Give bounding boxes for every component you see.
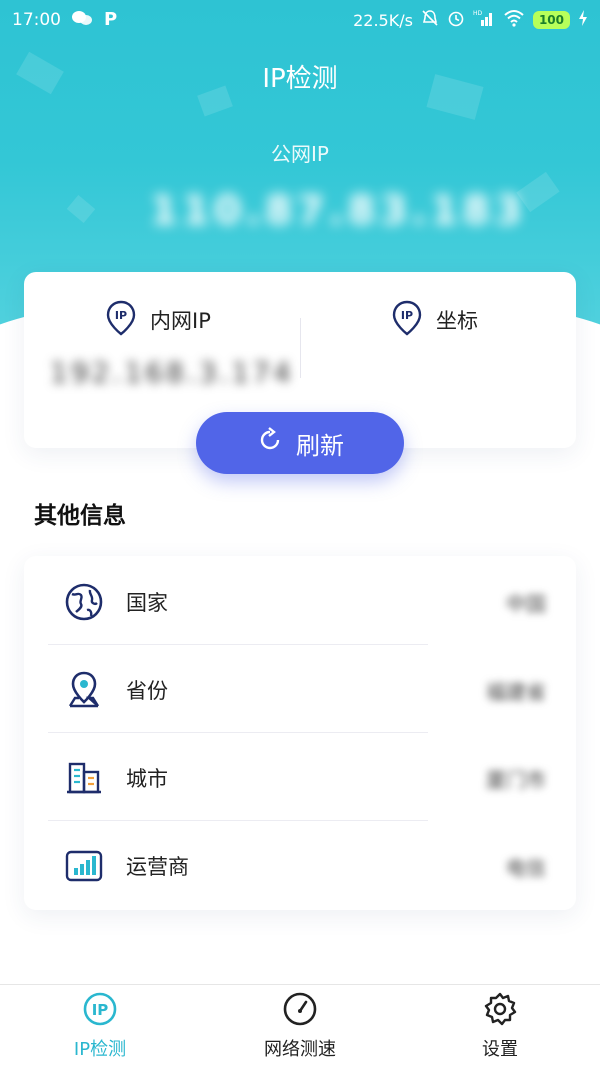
charging-icon bbox=[578, 9, 588, 31]
tab-ip-icon-text: IP bbox=[92, 1001, 109, 1019]
refresh-icon bbox=[256, 426, 284, 460]
bell-off-icon bbox=[421, 9, 439, 31]
card-divider bbox=[300, 318, 301, 378]
refresh-button[interactable]: 刷新 bbox=[196, 412, 404, 474]
public-ip-value: 110.87.83.183 bbox=[150, 188, 526, 234]
tab-settings[interactable]: 设置 bbox=[400, 985, 600, 1067]
inner-ip-value: 192.168.3.174 bbox=[50, 356, 294, 389]
tab-ip-check[interactable]: IP IP检测 bbox=[0, 985, 200, 1067]
info-label: 国家 bbox=[126, 591, 168, 615]
info-card: 国家 中国 省份 福建省 城市 厦门市 运营商 电信 bbox=[24, 556, 576, 910]
info-row-carrier: 运营商 电信 bbox=[48, 822, 552, 910]
ip-badge-text: IP bbox=[401, 309, 413, 322]
signal-bars-icon bbox=[64, 846, 104, 886]
ip-pin-icon: IP bbox=[106, 300, 136, 340]
info-row-country: 国家 中国 bbox=[48, 558, 552, 646]
info-value: 中国 bbox=[506, 591, 546, 616]
row-divider bbox=[48, 644, 428, 645]
gear-icon bbox=[482, 991, 518, 1031]
info-value: 福建省 bbox=[486, 679, 546, 704]
info-value: 厦门市 bbox=[486, 767, 546, 792]
section-title: 其他信息 bbox=[34, 503, 126, 529]
info-label: 省份 bbox=[126, 679, 168, 703]
wifi-icon bbox=[503, 9, 525, 31]
battery-indicator: 100 bbox=[532, 11, 570, 29]
page-title: IP检测 bbox=[262, 64, 338, 94]
info-label: 城市 bbox=[126, 767, 168, 791]
globe-icon bbox=[64, 582, 104, 622]
info-row-province: 省份 福建省 bbox=[48, 646, 552, 734]
map-pin-icon bbox=[64, 670, 104, 710]
public-ip-label: 公网IP bbox=[271, 142, 329, 166]
wechat-icon bbox=[71, 9, 93, 32]
bottom-tab-bar: IP IP检测 网络测速 设置 bbox=[0, 984, 600, 1067]
ip-icon: IP bbox=[82, 991, 118, 1031]
svg-text:P: P bbox=[104, 9, 117, 27]
tab-label: IP检测 bbox=[73, 1039, 127, 1060]
status-bar: 17:00 P 22.5K/s HD 100 bbox=[0, 0, 600, 40]
info-value: 电信 bbox=[506, 855, 546, 880]
info-label: 运营商 bbox=[126, 855, 189, 879]
status-time: 17:00 bbox=[12, 10, 61, 30]
net-speed: 22.5K/s bbox=[353, 10, 413, 30]
tab-label: 设置 bbox=[482, 1039, 518, 1060]
ip-badge-text: IP bbox=[115, 309, 127, 322]
row-divider bbox=[48, 732, 428, 733]
coord-label: 坐标 bbox=[436, 309, 478, 333]
parking-icon: P bbox=[103, 9, 119, 32]
building-icon bbox=[64, 758, 104, 798]
signal-icon: HD bbox=[473, 9, 495, 31]
tab-speed-test[interactable]: 网络测速 bbox=[200, 985, 400, 1067]
refresh-label: 刷新 bbox=[296, 431, 344, 460]
network-badge-text: HD bbox=[473, 10, 483, 17]
inner-ip-label: 内网IP bbox=[150, 309, 211, 333]
row-divider bbox=[48, 820, 428, 821]
speedometer-icon bbox=[282, 991, 318, 1031]
info-row-city: 城市 厦门市 bbox=[48, 734, 552, 822]
decoration-shape bbox=[66, 195, 96, 223]
inner-ip-header: IP 内网IP bbox=[106, 300, 211, 340]
tab-label: 网络测速 bbox=[264, 1039, 336, 1060]
alarm-icon bbox=[447, 9, 465, 31]
ip-pin-icon: IP bbox=[392, 300, 422, 340]
coord-header: IP 坐标 bbox=[392, 300, 478, 340]
